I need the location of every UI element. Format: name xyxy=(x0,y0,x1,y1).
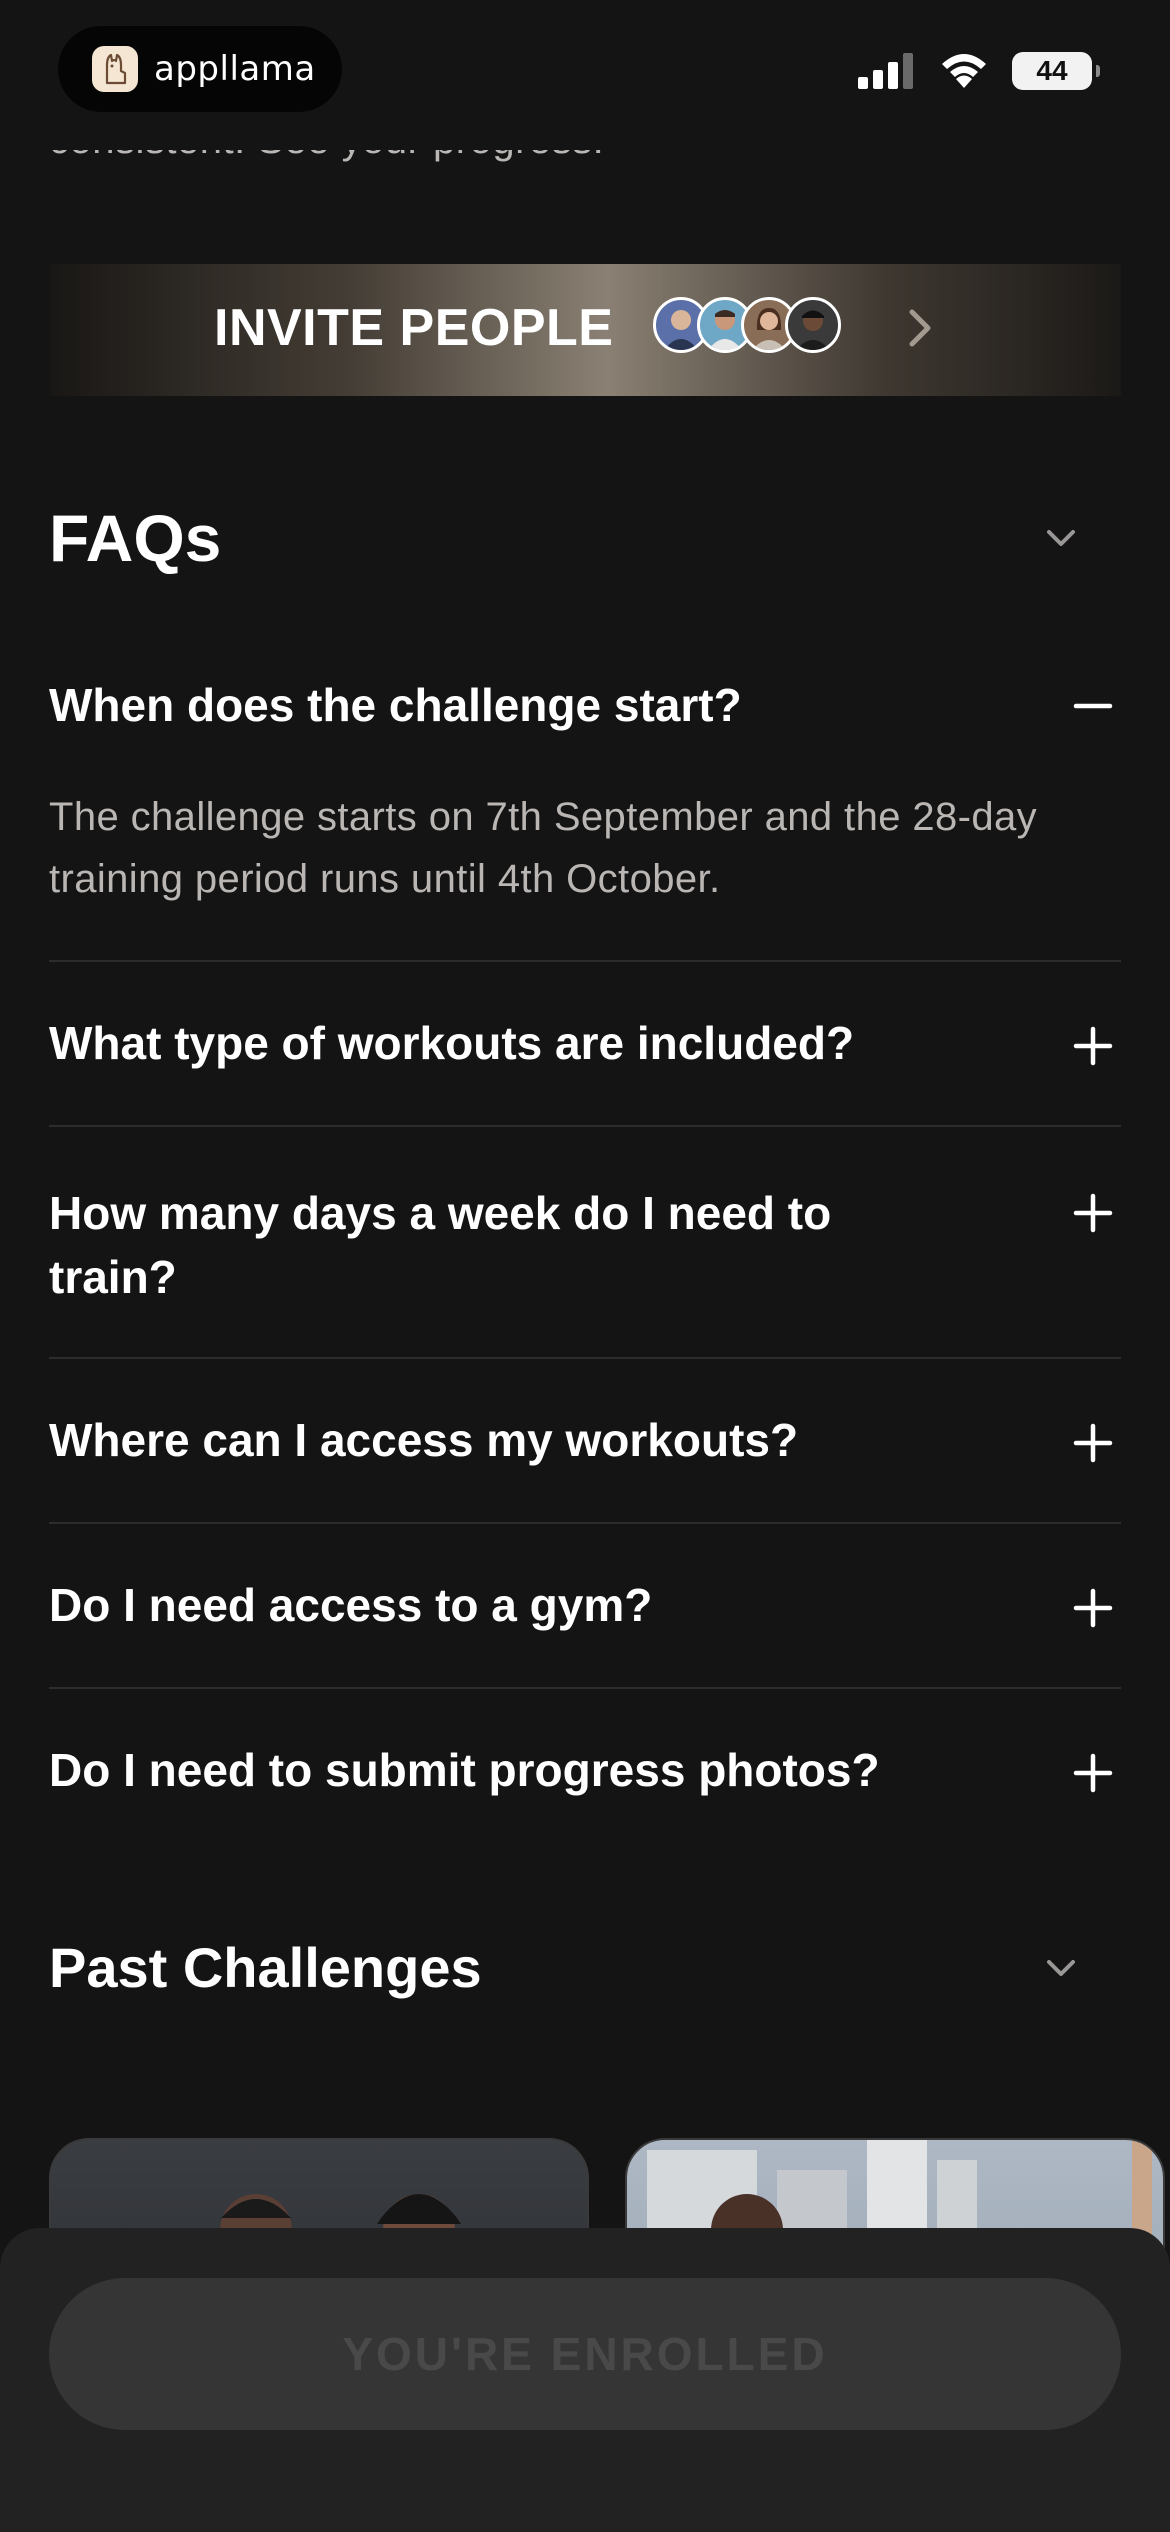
status-bar: appllama 44 xyxy=(0,0,1170,150)
faq-question: Do I need access to a gym? xyxy=(49,1579,653,1631)
plus-icon[interactable] xyxy=(1073,1026,1113,1066)
past-challenges-title: Past Challenges xyxy=(49,1936,482,1999)
battery-level: 44 xyxy=(1036,55,1068,86)
faq-title: FAQs xyxy=(49,501,222,575)
invite-people-banner[interactable]: INVITE PEOPLE xyxy=(49,264,1121,396)
plus-icon[interactable] xyxy=(1073,1588,1113,1628)
llama-logo-icon xyxy=(92,46,138,92)
faq-question: Do I need to submit progress photos? xyxy=(49,1744,880,1796)
avatar xyxy=(785,297,841,353)
faq-question: Where can I access my workouts? xyxy=(49,1414,799,1466)
minus-icon[interactable] xyxy=(1073,686,1113,726)
plus-icon[interactable] xyxy=(1073,1423,1113,1463)
enrolled-button[interactable]: YOU'RE ENROLLED xyxy=(49,2278,1121,2430)
past-challenges-chevron-down-icon[interactable] xyxy=(1044,1950,1078,1990)
cellular-signal-icon xyxy=(858,53,913,89)
faq-collapse-chevron-down-icon[interactable] xyxy=(1044,520,1078,560)
brand-name: appllama xyxy=(154,49,316,89)
plus-icon[interactable] xyxy=(1073,1193,1113,1233)
invite-label: INVITE PEOPLE xyxy=(214,299,614,357)
bottom-action-panel: YOU'RE ENROLLED xyxy=(0,2228,1170,2532)
faq-item[interactable]: When does the challenge start? The chall… xyxy=(49,672,1121,962)
faq-item[interactable]: What type of workouts are included? xyxy=(49,962,1121,1127)
faq-item[interactable]: Where can I access my workouts? xyxy=(49,1359,1121,1524)
wifi-icon xyxy=(942,54,986,88)
invite-avatars xyxy=(653,297,841,353)
status-icons: 44 xyxy=(858,52,1100,90)
battery-indicator: 44 xyxy=(1012,52,1100,90)
faq-item[interactable]: Do I need to submit progress photos? xyxy=(49,1689,1121,1854)
faq-question: What type of workouts are included? xyxy=(49,1017,855,1069)
plus-icon[interactable] xyxy=(1073,1753,1113,1793)
brand-pill: appllama xyxy=(58,26,342,112)
challenge-page: appllama 44 consistent. See your progres… xyxy=(0,0,1170,2532)
faq-item[interactable]: Do I need access to a gym? xyxy=(49,1524,1121,1689)
faq-question: How many days a week do I need to train? xyxy=(49,1187,832,1303)
chevron-right-icon xyxy=(909,309,931,347)
faq-question: When does the challenge start? xyxy=(49,679,742,731)
faq-item[interactable]: How many days a week do I need to train? xyxy=(49,1127,1121,1359)
faq-answer: The challenge starts on 7th September an… xyxy=(49,795,1038,901)
